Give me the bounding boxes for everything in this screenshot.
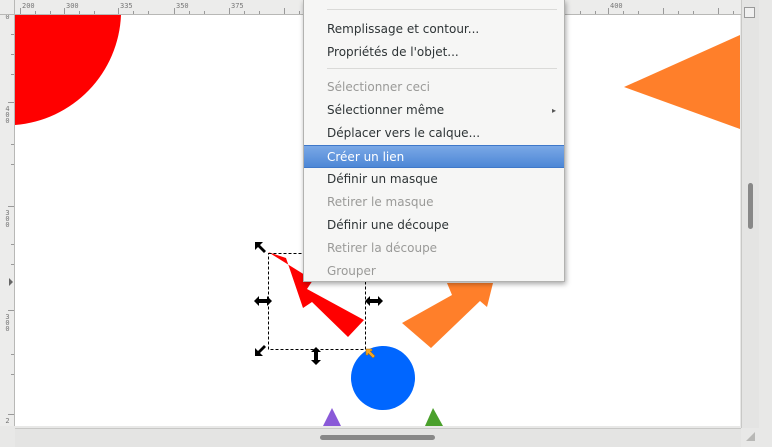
context-menu: Remplissage et contour... Propriétés de … (303, 0, 565, 282)
ruler-marker-icon (9, 278, 13, 286)
menu-item-label: Remplissage et contour... (327, 22, 480, 36)
menu-item-label: Sélectionner ceci (327, 80, 430, 94)
purple-triangle[interactable] (323, 408, 341, 426)
ruler-corner (0, 0, 15, 15)
scale-handle-top-left-icon (255, 242, 266, 253)
menu-item-label: Retirer la découpe (327, 241, 438, 255)
menu-item-set-mask[interactable]: Définir un masque (304, 168, 564, 191)
menu-separator (327, 68, 557, 69)
menu-item-label: Définir une découpe (327, 218, 449, 232)
menu-item-label: Propriétés de l'objet... (327, 45, 459, 59)
horizontal-scrollbar-thumb[interactable] (320, 435, 435, 440)
right-panel-edge (759, 0, 772, 446)
menu-item-fill-stroke[interactable]: Remplissage et contour... (304, 18, 564, 41)
menu-item-label: Définir un masque (327, 172, 438, 186)
menu-item-label: Grouper (327, 264, 376, 278)
vertical-scrollbar[interactable] (741, 0, 759, 428)
green-triangle[interactable] (425, 408, 443, 426)
orange-arrow[interactable] (402, 283, 493, 348)
menu-item-create-link[interactable]: Créer un lien (304, 145, 564, 168)
menu-item-move-to-layer[interactable]: Déplacer vers le calque... (304, 122, 564, 145)
menu-item-label: Retirer le masque (327, 195, 434, 209)
submenu-arrow-icon: ▸ (551, 106, 556, 115)
scale-handle-left-icon (254, 296, 272, 306)
ruler-ticks (8, 34, 14, 415)
orange-triangle[interactable] (624, 35, 740, 129)
menu-item-select-this: Sélectionner ceci (304, 76, 564, 99)
red-quarter-circle[interactable] (15, 15, 121, 125)
vertical-scrollbar-thumb[interactable] (748, 183, 753, 229)
guide-lock-icon[interactable] (744, 7, 755, 18)
menu-item-label: Créer un lien (327, 150, 405, 164)
menu-item-object-properties[interactable]: Propriétés de l'objet... (304, 41, 564, 64)
menu-item-release-clip: Retirer la découpe (304, 237, 564, 260)
menu-separator (327, 9, 557, 10)
menu-item-release-mask: Retirer le masque (304, 191, 564, 214)
menu-item-select-same[interactable]: Sélectionner même ▸ (304, 99, 564, 122)
menu-item-label: Déplacer vers le calque... (327, 126, 481, 140)
blue-circle[interactable] (351, 346, 415, 410)
horizontal-scrollbar[interactable] (15, 428, 741, 447)
vertical-ruler[interactable]: 0 4 0 0 3 0 0 3 0 0 2 (0, 14, 15, 426)
scale-handle-right-icon (365, 296, 383, 306)
menu-item-group: Grouper (304, 260, 564, 283)
zoom-corner-icon[interactable] (744, 430, 756, 442)
menu-item-set-clip[interactable]: Définir une découpe (304, 214, 564, 237)
scale-handle-bottom-left-icon (255, 345, 266, 356)
menu-item-label: Sélectionner même (327, 103, 445, 117)
